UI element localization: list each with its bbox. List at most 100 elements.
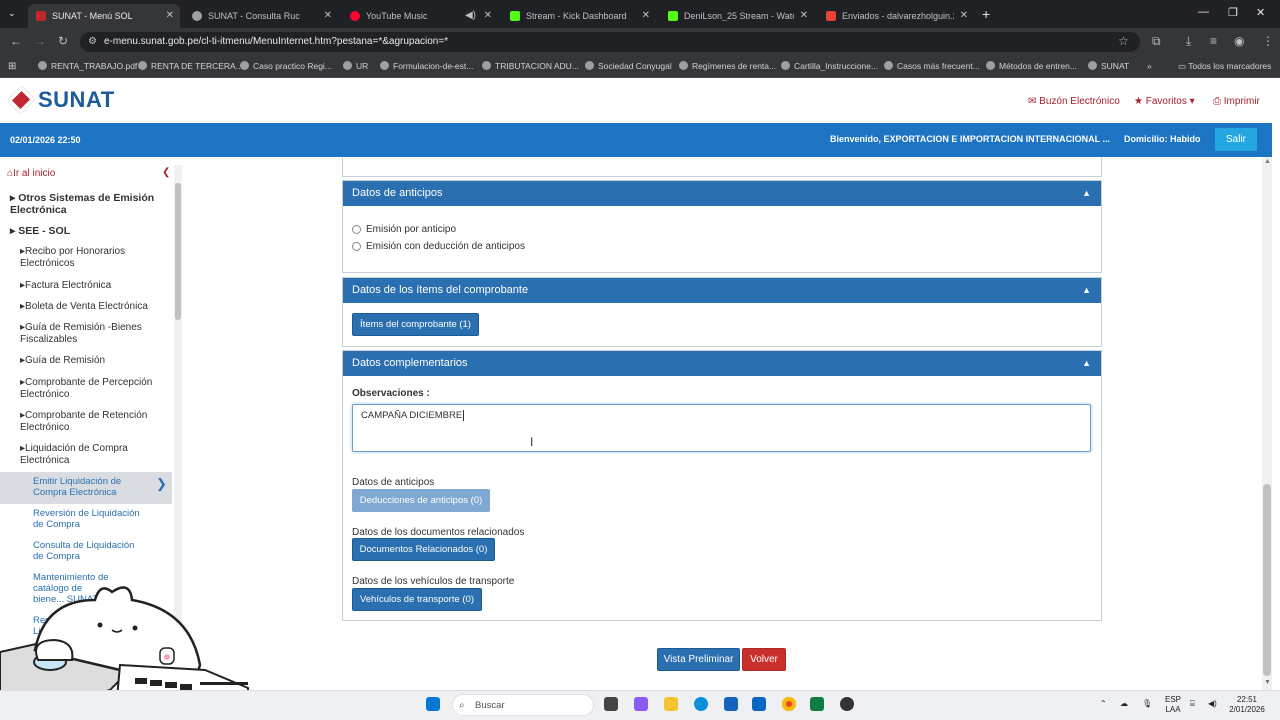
radio-emision-anticipo[interactable]: Emisión por anticipo	[352, 224, 456, 235]
download-icon[interactable]: ⤓	[1186, 34, 1191, 49]
bookmark-metodos[interactable]: Métodos de entren...	[986, 61, 1077, 71]
favoritos-dropdown[interactable]: ★ Favoritos ▾	[1134, 96, 1195, 107]
bookmark-regimenes[interactable]: Regímenes de renta...	[679, 61, 776, 71]
bookmark-renta-trabajo[interactable]: RENTA_TRABAJO.pdf	[38, 61, 137, 71]
radio-circle[interactable]	[352, 225, 361, 234]
minimize-icon[interactable]: —	[1198, 6, 1209, 18]
windows-start-icon[interactable]	[426, 697, 440, 711]
salir-button[interactable]: Salir	[1215, 128, 1257, 151]
deducciones-anticipos-button[interactable]: Deducciones de anticipos (0)	[352, 489, 490, 512]
sidebar-item-percepcion[interactable]: ▸Comprobante de Percepción Electrónico	[20, 377, 165, 401]
close-icon[interactable]: ✕	[324, 10, 332, 21]
bookmark-formulacion[interactable]: Formulacion-de-est...	[380, 61, 473, 71]
collapse-caret-icon[interactable]: ▲	[1082, 278, 1091, 303]
excel-icon[interactable]	[810, 697, 824, 711]
restore-icon[interactable]: ❐	[1228, 6, 1238, 19]
vehiculos-transporte-button[interactable]: Vehículos de transporte (0)	[352, 588, 482, 611]
collapse-caret-icon[interactable]: ▲	[1082, 181, 1091, 206]
sidebar-scroll-thumb[interactable]	[175, 183, 181, 320]
tab-search-icon[interactable]: ⌄	[8, 8, 16, 19]
address-bar[interactable]: ⚙ e-menu.sunat.gob.pe/cl-ti-itmenu/MenuI…	[80, 32, 1140, 52]
sidebar-item-otros-sistemas[interactable]: ▸ Otros Sistemas de Emisión Electrónica	[10, 192, 160, 216]
close-icon[interactable]: ✕	[166, 10, 174, 21]
apps-grid-icon[interactable]: ⊞	[8, 61, 16, 72]
documentos-relacionados-button[interactable]: Documentos Relacionados (0)	[352, 538, 495, 561]
store-icon[interactable]	[724, 697, 738, 711]
sunat-logo[interactable]: SUNAT	[6, 85, 115, 115]
sidebar-item-factura[interactable]: ▸Factura Electrónica	[20, 280, 111, 292]
all-bookmarks-folder[interactable]: ▭ Todos los marcadores	[1178, 61, 1271, 72]
collapse-caret-icon[interactable]: ▲	[1082, 351, 1091, 376]
sidebar-subitem-emitir[interactable]: Emitir Liquidación de Compra Electrónica	[33, 476, 143, 498]
bookmark-tributacion[interactable]: TRIBUTACION ADU...	[482, 61, 579, 71]
tab-youtube-music[interactable]: YouTube Music ◀) ✕	[342, 4, 498, 28]
close-icon[interactable]: ✕	[484, 10, 492, 21]
sidebar-item-see-sol[interactable]: ▸ SEE - SOL	[10, 225, 70, 237]
language-indicator[interactable]: ESP LAA	[1162, 695, 1184, 715]
chrome-icon[interactable]	[782, 697, 796, 711]
back-icon[interactable]: ←	[10, 34, 22, 48]
tab-denilson-stream[interactable]: DeniLson_25 Stream - Watch Li ✕	[660, 4, 814, 28]
bookmark-sociedad-conyugal[interactable]: Sociedad Conyugal	[585, 61, 672, 71]
taskbar-search[interactable]: ⌕ Buscar	[452, 694, 594, 716]
cloud-icon[interactable]: ☁	[1120, 699, 1128, 709]
collapse-sidebar-icon[interactable]: ❮	[162, 167, 170, 179]
bookmark-caso-practico[interactable]: Caso practico Regi...	[240, 61, 332, 71]
sidebar-item-liquidacion[interactable]: ▸Liquidación de Compra Electrónica	[20, 443, 160, 467]
sidebar-subitem-consulta[interactable]: Consulta de Liquidación de Compra	[33, 540, 143, 562]
new-tab-icon[interactable]: +	[982, 6, 990, 22]
reload-icon[interactable]: ↻	[58, 34, 68, 48]
tab-gmail-enviados[interactable]: Enviados - dalvarezholguin.25@ ✕	[818, 4, 974, 28]
bookmark-cartilla[interactable]: Cartilla_Instruccione...	[781, 61, 878, 71]
task-view-icon[interactable]	[604, 697, 618, 711]
tab-sunat-menu-sol[interactable]: SUNAT - Menú SOL ✕	[28, 4, 180, 28]
volume-icon[interactable]: ◀)	[1208, 699, 1217, 709]
edge-icon[interactable]	[694, 697, 708, 711]
sidebar-item-guia-bienes[interactable]: ▸Guía de Remisión -Bienes Fiscalizables	[20, 322, 160, 346]
menu-kebab-icon[interactable]: ⋮	[1262, 34, 1274, 48]
outlook-icon[interactable]	[752, 697, 766, 711]
bookmark-sunat[interactable]: SUNAT	[1088, 61, 1129, 71]
microphone-icon[interactable]: 🎙	[1142, 699, 1152, 709]
sidebar-subitem-reversion[interactable]: Reversión de Liquidación de Compra	[33, 508, 148, 530]
items-comprobante-button[interactable]: Ítems del comprobante (1)	[352, 313, 479, 336]
profile-avatar[interactable]: ◉	[1234, 34, 1244, 48]
reading-list-icon[interactable]: ≡	[1210, 34, 1217, 48]
anticipos-panel-header[interactable]: Datos de anticipos ▲	[343, 181, 1101, 206]
close-icon[interactable]: ✕	[960, 10, 968, 21]
site-info-icon[interactable]: ⚙	[88, 32, 97, 52]
close-icon[interactable]: ✕	[800, 10, 808, 21]
items-panel-header[interactable]: Datos de los ítems del comprobante ▲	[343, 278, 1101, 303]
tab-kick-dashboard[interactable]: Stream - Kick Dashboard ✕	[502, 4, 656, 28]
close-window-icon[interactable]: ✕	[1256, 6, 1265, 19]
scroll-down-icon[interactable]: ▼	[1264, 679, 1271, 686]
imprimir-link[interactable]: ⎙ Imprimir	[1213, 96, 1260, 107]
sidebar-item-retencion[interactable]: ▸Comprobante de Retención Electrónico	[20, 410, 165, 434]
bookmark-star-icon[interactable]: ☆	[1118, 34, 1129, 48]
observaciones-textarea[interactable]: CAMPAÑA DICIEMBRE	[352, 404, 1091, 452]
tab-consulta-ruc[interactable]: SUNAT - Consulta Ruc ✕	[184, 4, 338, 28]
buzon-electronico-link[interactable]: ✉ Buzón Electrónico	[1028, 96, 1120, 107]
bookmarks-overflow-icon[interactable]: »	[1147, 61, 1152, 71]
extensions-icon[interactable]: ⧉	[1152, 34, 1161, 49]
home-link[interactable]: ⌂Ir al inicio	[7, 168, 55, 180]
file-explorer-icon[interactable]	[664, 697, 678, 711]
copilot-icon[interactable]	[634, 697, 648, 711]
volver-button[interactable]: Volver	[742, 648, 786, 671]
vista-preliminar-button[interactable]: Vista Preliminar	[657, 648, 740, 671]
speaker-icon[interactable]: ◀)	[465, 10, 476, 21]
main-scroll-thumb[interactable]	[1263, 484, 1271, 676]
sidebar-item-recibo-honorarios[interactable]: ▸Recibo por Honorarios Electrónicos	[20, 246, 160, 270]
network-icon[interactable]: ⌸	[1190, 699, 1195, 709]
radio-circle[interactable]	[352, 242, 361, 251]
sidebar-item-boleta[interactable]: ▸Boleta de Venta Electrónica	[20, 301, 148, 313]
scroll-up-icon[interactable]: ▲	[1264, 158, 1271, 165]
bookmark-casos-frecuentes[interactable]: Casos más frecuent...	[884, 61, 980, 71]
sidebar-item-guia-remision[interactable]: ▸Guía de Remisión	[20, 355, 105, 367]
bookmark-ur[interactable]: UR	[343, 61, 368, 71]
app-icon[interactable]	[840, 697, 854, 711]
close-icon[interactable]: ✕	[642, 10, 650, 21]
clock[interactable]: 22:51 2/01/2026	[1226, 695, 1268, 715]
radio-emision-deduccion[interactable]: Emisión con deducción de anticipos	[352, 241, 525, 252]
bookmark-renta-tercera[interactable]: RENTA DE TERCERA...	[138, 61, 243, 71]
